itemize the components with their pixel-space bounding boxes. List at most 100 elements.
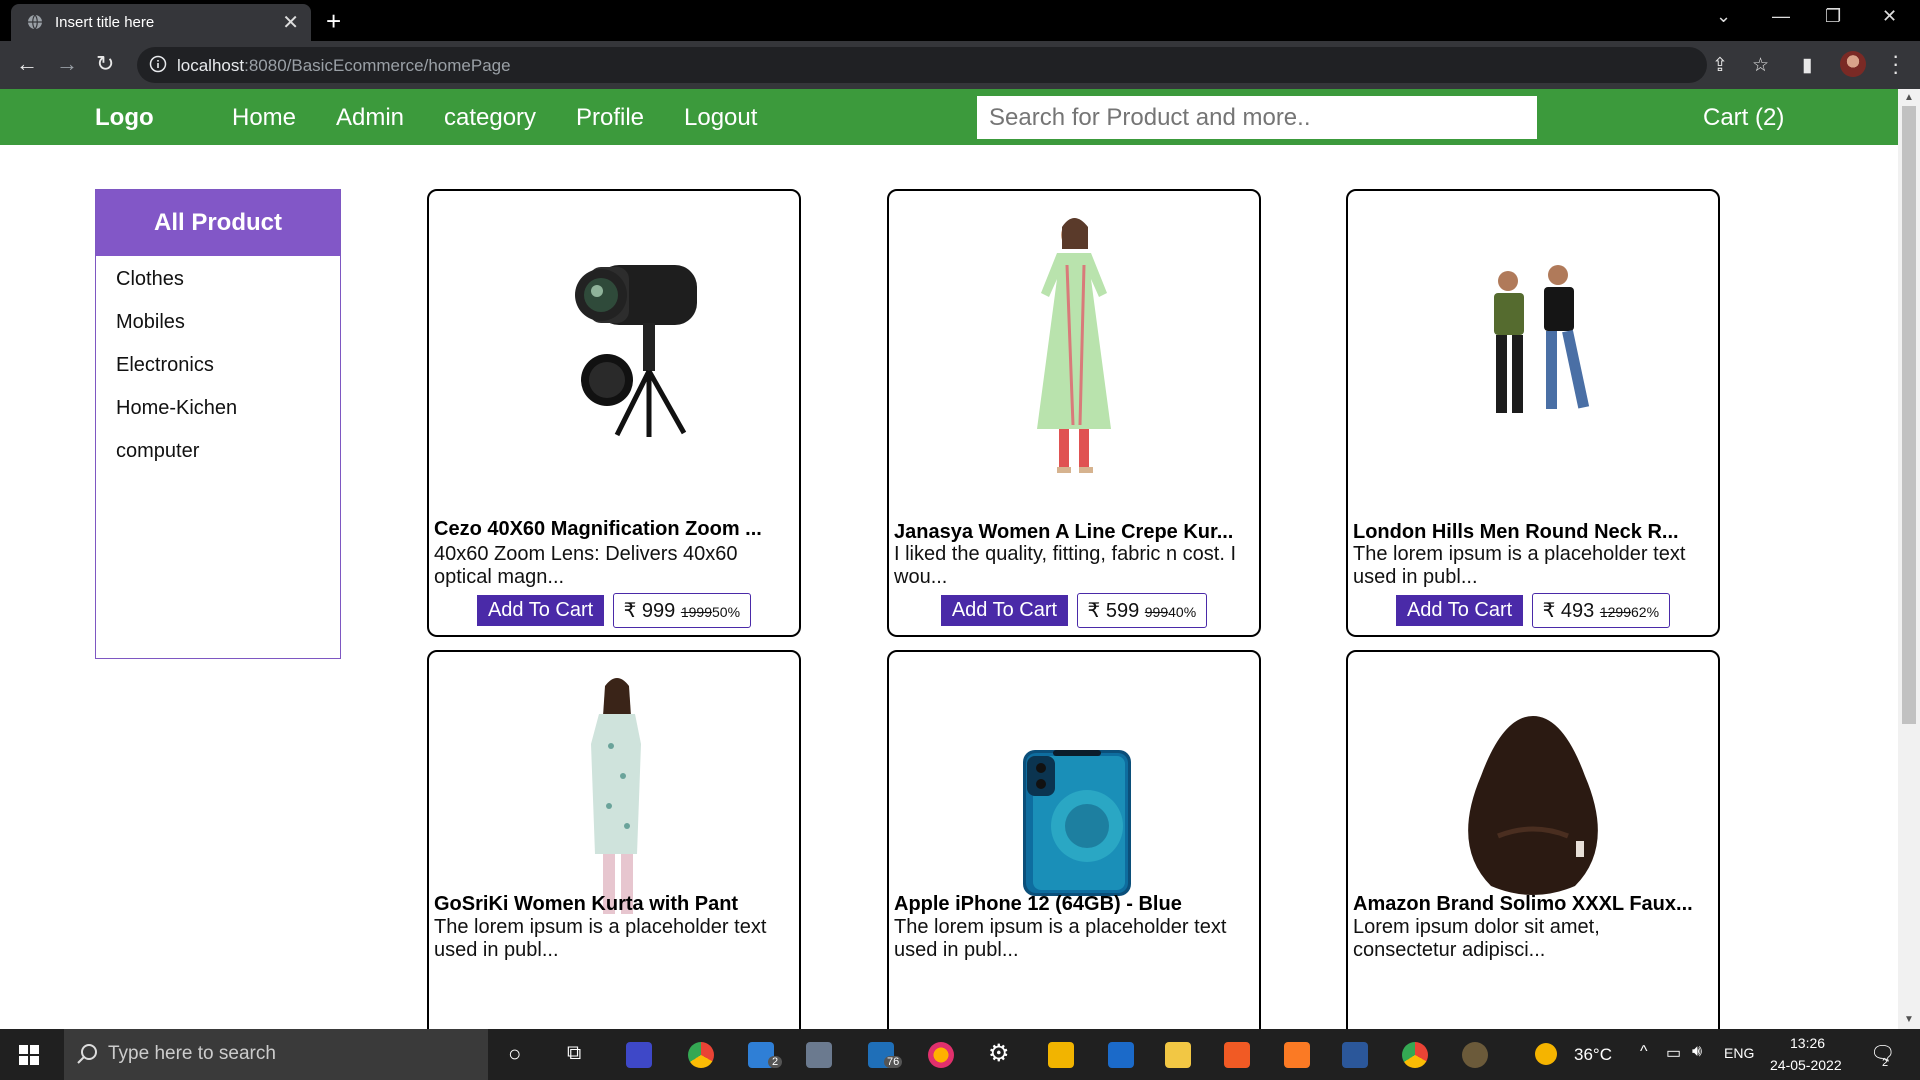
app-icon[interactable] — [1048, 1042, 1074, 1068]
share-icon[interactable]: ⇪ — [1712, 54, 1728, 77]
weather-sun-icon[interactable] — [1535, 1043, 1557, 1065]
product-description: The lorem ipsum is a placeholder text us… — [434, 916, 767, 961]
back-icon[interactable]: ← — [16, 51, 38, 77]
price-box: ₹ 493 129962% — [1531, 593, 1671, 628]
forward-icon[interactable]: → — [56, 51, 78, 77]
add-to-cart-button[interactable]: Add To Cart — [476, 595, 605, 626]
nav-home[interactable]: Home — [232, 104, 296, 132]
folder-icon[interactable] — [1165, 1042, 1191, 1068]
windows-start-icon[interactable] — [19, 1045, 39, 1065]
cortana-icon[interactable]: ○ — [508, 1041, 521, 1067]
price-mrp: 999 — [1144, 604, 1169, 620]
weather-temp[interactable]: 36°C — [1574, 1045, 1612, 1065]
xampp-icon[interactable] — [1284, 1042, 1310, 1068]
tshirts-image — [1494, 265, 1590, 413]
camera-icon[interactable] — [806, 1042, 832, 1068]
product-title[interactable]: Cezo 40X60 Magnification Zoom ... — [434, 518, 762, 541]
product-description: Lorem ipsum dolor sit amet, consectetur … — [1353, 916, 1600, 961]
product-title[interactable]: Janasya Women A Line Crepe Kur... — [894, 521, 1233, 544]
product-card[interactable]: Apple iPhone 12 (64GB) - Blue The lorem … — [887, 650, 1261, 1029]
battery-icon[interactable]: ▭ — [1666, 1043, 1681, 1063]
clock-time[interactable]: 13:26 — [1790, 1035, 1825, 1051]
url-field[interactable]: localhost:8080/BasicEcommerce/homePage — [137, 47, 1707, 83]
task-view-icon[interactable]: ⧉ — [567, 1042, 581, 1065]
menu-kebab-icon[interactable]: · · · — [1892, 45, 1899, 83]
page-viewport: Logo Home Admin category Profile Logout … — [0, 89, 1898, 1029]
taskbar-search-box[interactable]: Type here to search — [64, 1029, 488, 1080]
card-actions: Add To Cart ₹ 599 99940% — [889, 593, 1259, 628]
product-card[interactable]: GoSriKi Women Kurta with Pant The lorem … — [427, 650, 801, 1029]
mail-badge: 2 — [768, 1056, 783, 1068]
info-icon[interactable] — [149, 55, 167, 73]
price-current: ₹ 999 — [623, 600, 676, 622]
cart-link[interactable]: Cart (2) — [1703, 104, 1784, 132]
new-tab-button[interactable]: + — [326, 6, 341, 37]
tab-search-icon[interactable]: ⌄ — [1716, 6, 1731, 27]
card-actions: Add To Cart ₹ 999 199950% — [429, 593, 799, 628]
language-indicator[interactable]: ENG — [1724, 1045, 1754, 1061]
price-discount: 50% — [712, 604, 741, 620]
tray-chevron-icon[interactable]: ^ — [1640, 1043, 1648, 1061]
nav-admin[interactable]: Admin — [336, 104, 404, 132]
product-card[interactable]: London Hills Men Round Neck R... The lor… — [1346, 189, 1720, 637]
profile-avatar[interactable] — [1840, 51, 1866, 77]
product-card[interactable]: Janasya Women A Line Crepe Kur... I like… — [887, 189, 1261, 637]
firefox-icon[interactable] — [928, 1042, 954, 1068]
tab-title: Insert title here — [55, 14, 155, 31]
price-discount: 62% — [1631, 604, 1660, 620]
sidebar-item-mobiles[interactable]: Mobiles — [116, 311, 185, 334]
monocular-image — [575, 265, 697, 437]
price-box: ₹ 999 199950% — [612, 593, 752, 628]
minimize-icon[interactable]: — — [1772, 6, 1790, 27]
window-close-icon[interactable]: ✕ — [1882, 6, 1897, 27]
close-tab-icon[interactable]: ✕ — [282, 10, 299, 35]
sidebar-item-electronics[interactable]: Electronics — [116, 354, 214, 377]
price-box: ₹ 599 99940% — [1076, 593, 1208, 628]
price-current: ₹ 493 — [1542, 600, 1595, 622]
app-badge: 76 — [884, 1056, 903, 1068]
browser-tab[interactable]: Insert title here ✕ — [11, 4, 311, 41]
word-icon[interactable] — [1342, 1042, 1368, 1068]
sidebar-item-computer[interactable]: computer — [116, 440, 199, 463]
product-card[interactable]: Cezo 40X60 Magnification Zoom ... 40x60 … — [427, 189, 801, 637]
scroll-up-icon[interactable]: ▲ — [1904, 92, 1914, 103]
url-text: localhost:8080/BasicEcommerce/homePage — [177, 56, 511, 75]
chrome-icon[interactable] — [688, 1042, 714, 1068]
price-current: ₹ 599 — [1087, 600, 1140, 622]
nav-profile[interactable]: Profile — [576, 104, 644, 132]
product-description: The lorem ipsum is a placeholder text us… — [894, 916, 1227, 961]
volume-icon[interactable]: 🔊︎ — [1692, 1043, 1702, 1061]
side-panel-icon[interactable]: ▮ — [1802, 54, 1812, 77]
clock-date[interactable]: 24-05-2022 — [1770, 1057, 1842, 1073]
add-to-cart-button[interactable]: Add To Cart — [1395, 595, 1524, 626]
nav-logout[interactable]: Logout — [684, 104, 757, 132]
all-product-heading[interactable]: All Product — [96, 190, 340, 256]
product-title[interactable]: Amazon Brand Solimo XXXL Faux... — [1353, 893, 1693, 916]
settings-gear-icon[interactable]: ⚙ — [988, 1039, 1010, 1068]
chrome-active-icon[interactable] — [1402, 1042, 1428, 1068]
product-title[interactable]: GoSriKi Women Kurta with Pant — [434, 893, 738, 916]
nav-category[interactable]: category — [444, 104, 536, 132]
app-icon[interactable] — [1462, 1042, 1488, 1068]
product-description: The lorem ipsum is a placeholder text us… — [1353, 543, 1686, 588]
product-search-input[interactable] — [977, 96, 1537, 139]
kurti-image — [1037, 218, 1111, 473]
page-scrollbar[interactable]: ▲ ▼ — [1898, 89, 1920, 1029]
bookmark-star-icon[interactable]: ☆ — [1752, 54, 1769, 77]
sidebar-item-home-kitchen[interactable]: Home-Kichen — [116, 397, 237, 420]
reload-icon[interactable]: ↻ — [96, 51, 114, 77]
price-mrp: 1999 — [680, 604, 713, 620]
scroll-down-icon[interactable]: ▼ — [1904, 1014, 1914, 1025]
product-title[interactable]: London Hills Men Round Neck R... — [1353, 521, 1679, 544]
brave-icon[interactable] — [1224, 1042, 1250, 1068]
scrollbar-thumb[interactable] — [1902, 106, 1916, 724]
sidebar-item-clothes[interactable]: Clothes — [116, 268, 184, 291]
product-card[interactable]: Amazon Brand Solimo XXXL Faux... Lorem i… — [1346, 650, 1720, 1029]
app-icon[interactable] — [626, 1042, 652, 1068]
product-title[interactable]: Apple iPhone 12 (64GB) - Blue — [894, 893, 1182, 916]
product-description: 40x60 Zoom Lens: Delivers 40x60 optical … — [434, 543, 738, 588]
restore-icon[interactable]: ❐ — [1825, 6, 1841, 27]
add-to-cart-button[interactable]: Add To Cart — [940, 595, 1069, 626]
site-logo[interactable]: Logo — [95, 104, 154, 132]
media-icon[interactable] — [1108, 1042, 1134, 1068]
